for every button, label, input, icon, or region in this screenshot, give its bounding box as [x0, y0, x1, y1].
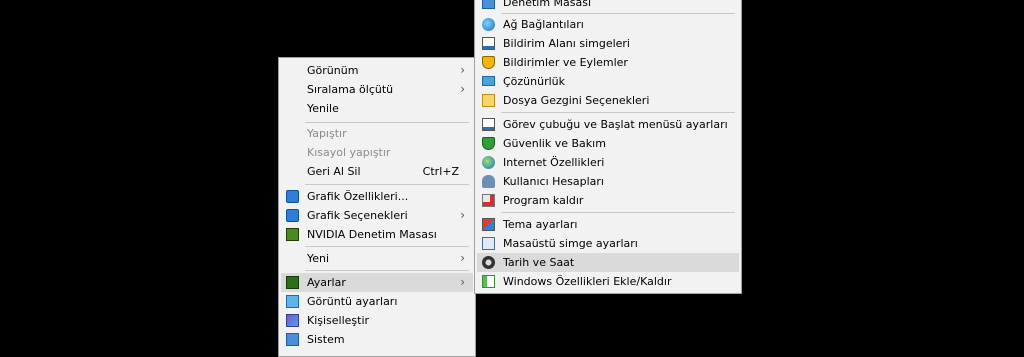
theme-icon [482, 218, 495, 231]
system-icon [286, 333, 299, 346]
submenu-item-security-maintenance[interactable]: Güvenlik ve Bakım [477, 134, 739, 153]
intel-graphics-icon [286, 209, 299, 222]
submenu-item-notification-area-icons[interactable]: Bildirim Alanı simgeleri [477, 34, 739, 53]
submenu-item-control-panel[interactable]: Denetim Masası [477, 0, 739, 12]
menu-item-label: Yapıştır [307, 127, 347, 140]
menu-item-label: Geri Al Sil [307, 165, 361, 178]
menu-separator [305, 246, 469, 247]
control-panel-icon [482, 0, 495, 9]
menu-item-view[interactable]: Görünüm › [281, 61, 473, 80]
submenu-item-user-accounts[interactable]: Kullanıcı Hesapları [477, 172, 739, 191]
submenu-item-internet-options[interactable]: Internet Özellikleri [477, 153, 739, 172]
shortcut-text: Ctrl+Z [422, 165, 459, 178]
menu-item-refresh[interactable]: Yenile [281, 99, 473, 118]
menu-item-label: Grafik Özellikleri... [307, 190, 409, 203]
menu-item-settings[interactable]: Ayarlar › [281, 273, 473, 292]
chevron-right-icon: › [460, 275, 465, 289]
menu-item-graphics-options[interactable]: Grafik Seçenekleri › [281, 206, 473, 225]
menu-item-label: Çözünürlük [503, 75, 566, 88]
menu-item-label: Yeni [307, 252, 330, 265]
chevron-right-icon: › [460, 251, 465, 265]
submenu-item-desktop-icon-settings[interactable]: Masaüstü simge ayarları [477, 234, 739, 253]
menu-separator [501, 112, 735, 113]
menu-separator [305, 122, 469, 123]
taskbar-icon [482, 118, 495, 131]
menu-item-sort-by[interactable]: Sıralama ölçütü › [281, 80, 473, 99]
menu-item-paste-shortcut: Kısayol yapıştır [281, 143, 473, 162]
submenu-item-date-time[interactable]: Tarih ve Saat [477, 253, 739, 272]
menu-item-personalize[interactable]: Kişiselleştir [281, 311, 473, 330]
submenu-item-resolution[interactable]: Çözünürlük [477, 72, 739, 91]
settings-icon [286, 276, 299, 289]
menu-item-label: Görüntü ayarları [307, 295, 398, 308]
menu-item-undo-delete[interactable]: Geri Al Sil Ctrl+Z [281, 162, 473, 181]
personalize-icon [286, 314, 299, 327]
monitor-icon [482, 76, 495, 86]
menu-item-label: Tema ayarları [503, 218, 578, 231]
submenu-item-uninstall-program[interactable]: Program kaldır [477, 191, 739, 210]
menu-separator [305, 270, 469, 271]
menu-item-label: Kısayol yapıştır [307, 146, 391, 159]
menu-item-label: Ağ Bağlantıları [503, 18, 584, 31]
folder-icon [482, 94, 495, 107]
notification-area-icon [482, 37, 495, 50]
menu-item-display-settings[interactable]: Görüntü ayarları [281, 292, 473, 311]
menu-item-label: Windows Özellikleri Ekle/Kaldır [503, 275, 672, 288]
submenu-item-network-connections[interactable]: Ağ Bağlantıları [477, 15, 739, 34]
chevron-right-icon: › [460, 63, 465, 77]
shield-check-icon [482, 137, 495, 150]
menu-item-label: Sıralama ölçütü [307, 83, 394, 96]
menu-item-label: Sistem [307, 333, 345, 346]
intel-graphics-icon [286, 190, 299, 203]
menu-separator [305, 184, 469, 185]
menu-item-label: Ayarlar [307, 276, 346, 289]
chevron-right-icon: › [460, 208, 465, 222]
menu-item-label: Kişiselleştir [307, 314, 370, 327]
menu-item-label: Internet Özellikleri [503, 156, 605, 169]
desktop-context-menu: Görünüm › Sıralama ölçütü › Yenile Yapış… [278, 57, 476, 357]
desktop-icon [482, 237, 495, 250]
submenu-item-file-explorer-options[interactable]: Dosya Gezgini Seçenekleri [477, 91, 739, 110]
menu-item-system[interactable]: Sistem [281, 330, 473, 349]
menu-item-label: Yenile [307, 102, 339, 115]
menu-item-new[interactable]: Yeni › [281, 249, 473, 268]
windows-features-icon [482, 275, 495, 288]
settings-submenu: Denetim Masası Ağ Bağlantıları Bildirim … [474, 0, 742, 294]
menu-item-label: Görünüm [307, 64, 359, 77]
menu-item-label: Bildirimler ve Eylemler [503, 56, 628, 69]
menu-item-paste: Yapıştır [281, 124, 473, 143]
menu-item-label: NVIDIA Denetim Masası [307, 228, 437, 241]
menu-item-label: Güvenlik ve Bakım [503, 137, 606, 150]
submenu-item-theme-settings[interactable]: Tema ayarları [477, 215, 739, 234]
menu-item-label: Görev çubuğu ve Başlat menüsü ayarları [503, 118, 728, 131]
users-icon [482, 175, 495, 188]
nvidia-icon [286, 228, 299, 241]
globe-network-icon [482, 18, 495, 31]
menu-item-label: Program kaldır [503, 194, 584, 207]
menu-item-label: Tarih ve Saat [503, 256, 575, 269]
shield-warning-icon [482, 56, 495, 69]
clock-icon [482, 256, 495, 269]
menu-item-label: Bildirim Alanı simgeleri [503, 37, 630, 50]
submenu-item-taskbar-settings[interactable]: Görev çubuğu ve Başlat menüsü ayarları [477, 115, 739, 134]
monitor-icon [286, 295, 299, 308]
menu-item-nvidia-control-panel[interactable]: NVIDIA Denetim Masası [281, 225, 473, 244]
menu-item-label: Dosya Gezgini Seçenekleri [503, 94, 650, 107]
menu-item-label: Masaüstü simge ayarları [503, 237, 638, 250]
submenu-item-windows-features[interactable]: Windows Özellikleri Ekle/Kaldır [477, 272, 739, 291]
submenu-item-notifications-actions[interactable]: Bildirimler ve Eylemler [477, 53, 739, 72]
menu-item-label: Kullanıcı Hesapları [503, 175, 604, 188]
menu-item-label: Denetim Masası [503, 0, 592, 9]
menu-separator [501, 212, 735, 213]
menu-separator [501, 13, 735, 14]
chevron-right-icon: › [460, 82, 465, 96]
menu-item-label: Grafik Seçenekleri [307, 209, 408, 222]
menu-item-graphics-properties[interactable]: Grafik Özellikleri... [281, 187, 473, 206]
uninstall-icon [482, 194, 495, 207]
globe-icon [482, 156, 495, 169]
